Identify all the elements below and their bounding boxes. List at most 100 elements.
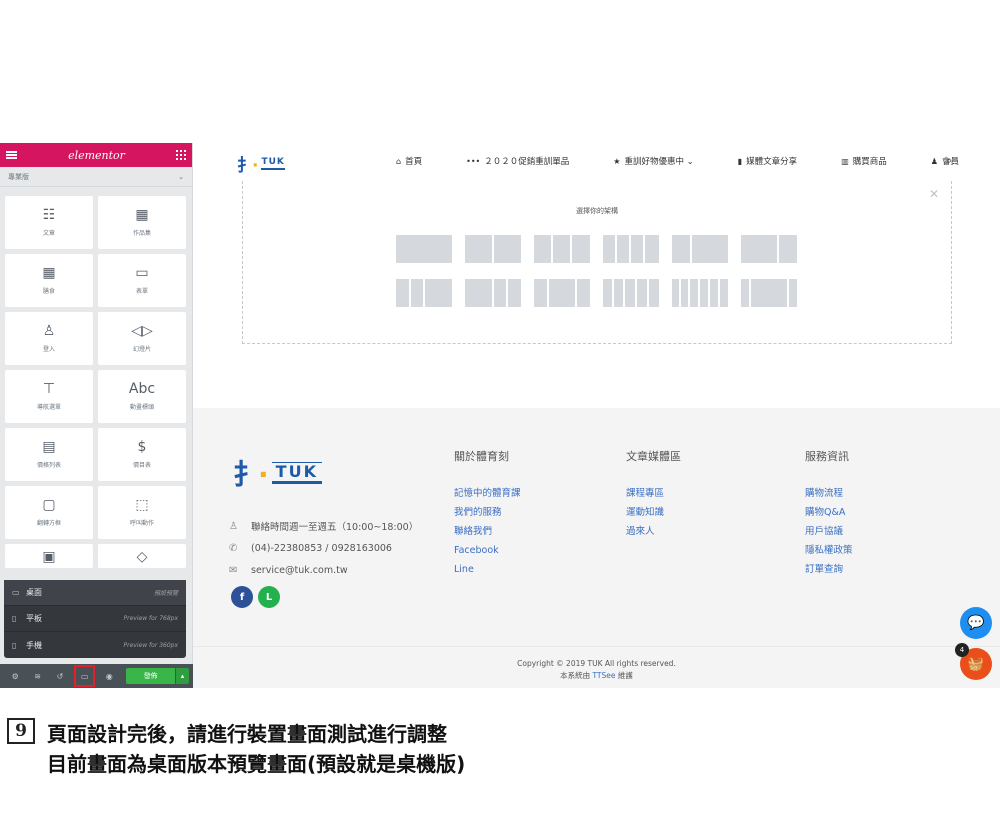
gallery-icon: ▦ [42, 265, 56, 281]
footer-link[interactable]: 隱私權政策 [805, 541, 853, 560]
menu-item-shop[interactable]: ▥ 購買商品 [841, 155, 909, 167]
footer-link[interactable]: 記憶中的體育課 [454, 484, 521, 503]
facebook-icon[interactable]: f [231, 586, 253, 608]
widget-label: 動畫標頭 [129, 404, 154, 411]
category-label: 專業版 [8, 172, 29, 181]
home-icon: ⌂ [396, 157, 402, 166]
device-tablet[interactable]: ▯ 平板 Preview for 768px [4, 606, 186, 632]
copyright-text: Copyright © 2019 TUK All rights reserved… [517, 659, 676, 668]
settings-icon[interactable]: ⚙ [4, 664, 26, 688]
login-icon: ♙ [42, 323, 56, 339]
contact-email: ✉ service@tuk.com.tw [229, 559, 418, 581]
close-icon[interactable]: ✕ [929, 187, 939, 201]
preset-2col[interactable] [465, 235, 521, 263]
preset-1col[interactable] [396, 235, 452, 263]
widget-price-list[interactable]: ▤ 價格列表 [5, 428, 93, 481]
widget-label: 幻燈片 [132, 346, 151, 353]
history-icon[interactable]: ↺ [49, 664, 71, 688]
device-desc: 預設預覽 [153, 590, 178, 597]
widgets-grid-icon[interactable] [176, 150, 186, 160]
widget-grid: ☷ 文章 ▦ 作品集 ▦ 膳食 ▭ 表單 ♙ 登入 ◁▷ 幻燈片 ⊤ 導航選單 Abc 動畫標頭… [5, 196, 187, 568]
footer-link[interactable]: 我們的服務 [454, 503, 521, 522]
site-footer: 扌· TUK ♙ 聯絡時間週一至週五（10:00~18:00） ✆ (04)-223… [193, 408, 1000, 646]
widget-label: 膳食 [42, 288, 55, 295]
preset-6col[interactable] [672, 279, 728, 307]
device-label: 桌面 [26, 588, 42, 597]
widget-login[interactable]: ♙ 登入 [5, 312, 93, 365]
widget-label: 表單 [135, 288, 148, 295]
menu-item-deals[interactable]: ★ 重訓好物優惠中 ⌄ [613, 155, 716, 167]
footer-link[interactable]: 訂單查詢 [805, 560, 853, 579]
social-links: f L [231, 586, 280, 608]
footer-logo[interactable]: 扌· TUK [233, 453, 322, 493]
dots-icon: ••• [466, 157, 481, 166]
widget-gallery[interactable]: ▦ 膳食 [5, 254, 93, 307]
widget-slides[interactable]: ◁▷ 幻燈片 [98, 312, 186, 365]
preset-33-66[interactable] [672, 235, 728, 263]
widget-posts[interactable]: ☷ 文章 [5, 196, 93, 249]
menu-item-articles[interactable]: ▮ 媒體文章分享 [738, 155, 819, 167]
widget-portfolio[interactable]: ▦ 作品集 [98, 196, 186, 249]
preset-25-50-25[interactable] [534, 279, 590, 307]
maintainer-link[interactable]: TTSee [592, 671, 615, 680]
footer-col-title: 服務資訊 [805, 450, 849, 463]
footer-link[interactable]: 購物流程 [805, 484, 853, 503]
editor-canvas: ✕ 選擇你的架構 [193, 181, 1000, 408]
menu-label: 首頁 [405, 157, 423, 167]
publish-button[interactable]: 發佈 [126, 668, 175, 684]
footer-link[interactable]: 購物Q&A [805, 503, 853, 522]
widget-label: 翻轉方框 [36, 520, 61, 527]
menu-item-home[interactable]: ⌂ 首頁 [396, 155, 444, 167]
widget-price-table[interactable]: $ 價目表 [98, 428, 186, 481]
caption-line-2: 目前畫面為桌面版本預覽畫面(預設就是桌機版) [47, 752, 466, 776]
store-icon: ▥ [841, 157, 849, 166]
footer-link[interactable]: Line [454, 560, 521, 579]
contact-info: ♙ 聯絡時間週一至週五（10:00~18:00） ✆ (04)-22380853 /… [229, 515, 418, 581]
responsive-mode-icon[interactable]: ▭ [74, 665, 96, 687]
mobile-icon: ▯ [12, 640, 17, 650]
preset-3col[interactable] [534, 235, 590, 263]
site-logo[interactable]: 扌· TUK [237, 151, 285, 176]
footer-link[interactable]: Facebook [454, 541, 521, 560]
footer-link[interactable]: 聯絡我們 [454, 522, 521, 541]
footer-link[interactable]: 課程專區 [626, 484, 681, 503]
preset-25-25-50[interactable] [396, 279, 452, 307]
footer-link[interactable]: 過來人 [626, 522, 681, 541]
menu-item-promo[interactable]: ••• ２０２０促銷重訓單品 [466, 155, 591, 167]
category-header[interactable]: 專業版 ⌄ [0, 167, 192, 187]
widget-label: 價格列表 [36, 462, 61, 469]
widget-animated-headline[interactable]: Abc 動畫標頭 [98, 370, 186, 423]
footer-col-title: 關於體育刻 [454, 450, 509, 463]
caption-line-1: 頁面設計完後，請進行裝置畫面測試進行調整 [47, 722, 447, 746]
structure-presets [396, 235, 797, 323]
widget-label: 導航選單 [36, 404, 61, 411]
chevron-down-icon: ⌄ [178, 172, 184, 181]
menu-label: 媒體文章分享 [746, 157, 798, 167]
line-icon[interactable]: L [258, 586, 280, 608]
device-desktop[interactable]: ▭ 桌面 預設預覽 [4, 580, 186, 606]
widget-testimonial[interactable]: ◇ [98, 544, 186, 568]
preset-16-66-16[interactable] [741, 279, 797, 307]
device-desc: Preview for 360px [123, 641, 178, 649]
preset-5col[interactable] [603, 279, 659, 307]
chat-icon[interactable]: 💬 [960, 607, 992, 639]
widget-media-carousel[interactable]: ▣ [5, 544, 93, 568]
menu-icon[interactable] [6, 151, 17, 159]
preset-50-25-25[interactable] [465, 279, 521, 307]
widget-label: 登入 [42, 346, 55, 353]
footer-link[interactable]: 運動知識 [626, 503, 681, 522]
publish-options-icon[interactable]: ▴ [175, 668, 190, 684]
preview-eye-icon[interactable]: ◉ [98, 664, 120, 688]
flip-box-icon: ▢ [42, 497, 56, 513]
search-icon[interactable]: ⌕ [946, 154, 952, 168]
device-mobile[interactable]: ▯ 手機 Preview for 360px [4, 632, 186, 658]
navigator-icon[interactable]: ≋ [26, 664, 48, 688]
preset-4col[interactable] [603, 235, 659, 263]
widget-call-to-action[interactable]: ⬚ 呼叫動作 [98, 486, 186, 539]
menu-item-member[interactable]: ♟ 會員 [931, 155, 981, 167]
widget-form[interactable]: ▭ 表單 [98, 254, 186, 307]
preset-66-33[interactable] [741, 235, 797, 263]
widget-flip-box[interactable]: ▢ 翻轉方框 [5, 486, 93, 539]
widget-nav-menu[interactable]: ⊤ 導航選單 [5, 370, 93, 423]
footer-link[interactable]: 用戶協議 [805, 522, 853, 541]
